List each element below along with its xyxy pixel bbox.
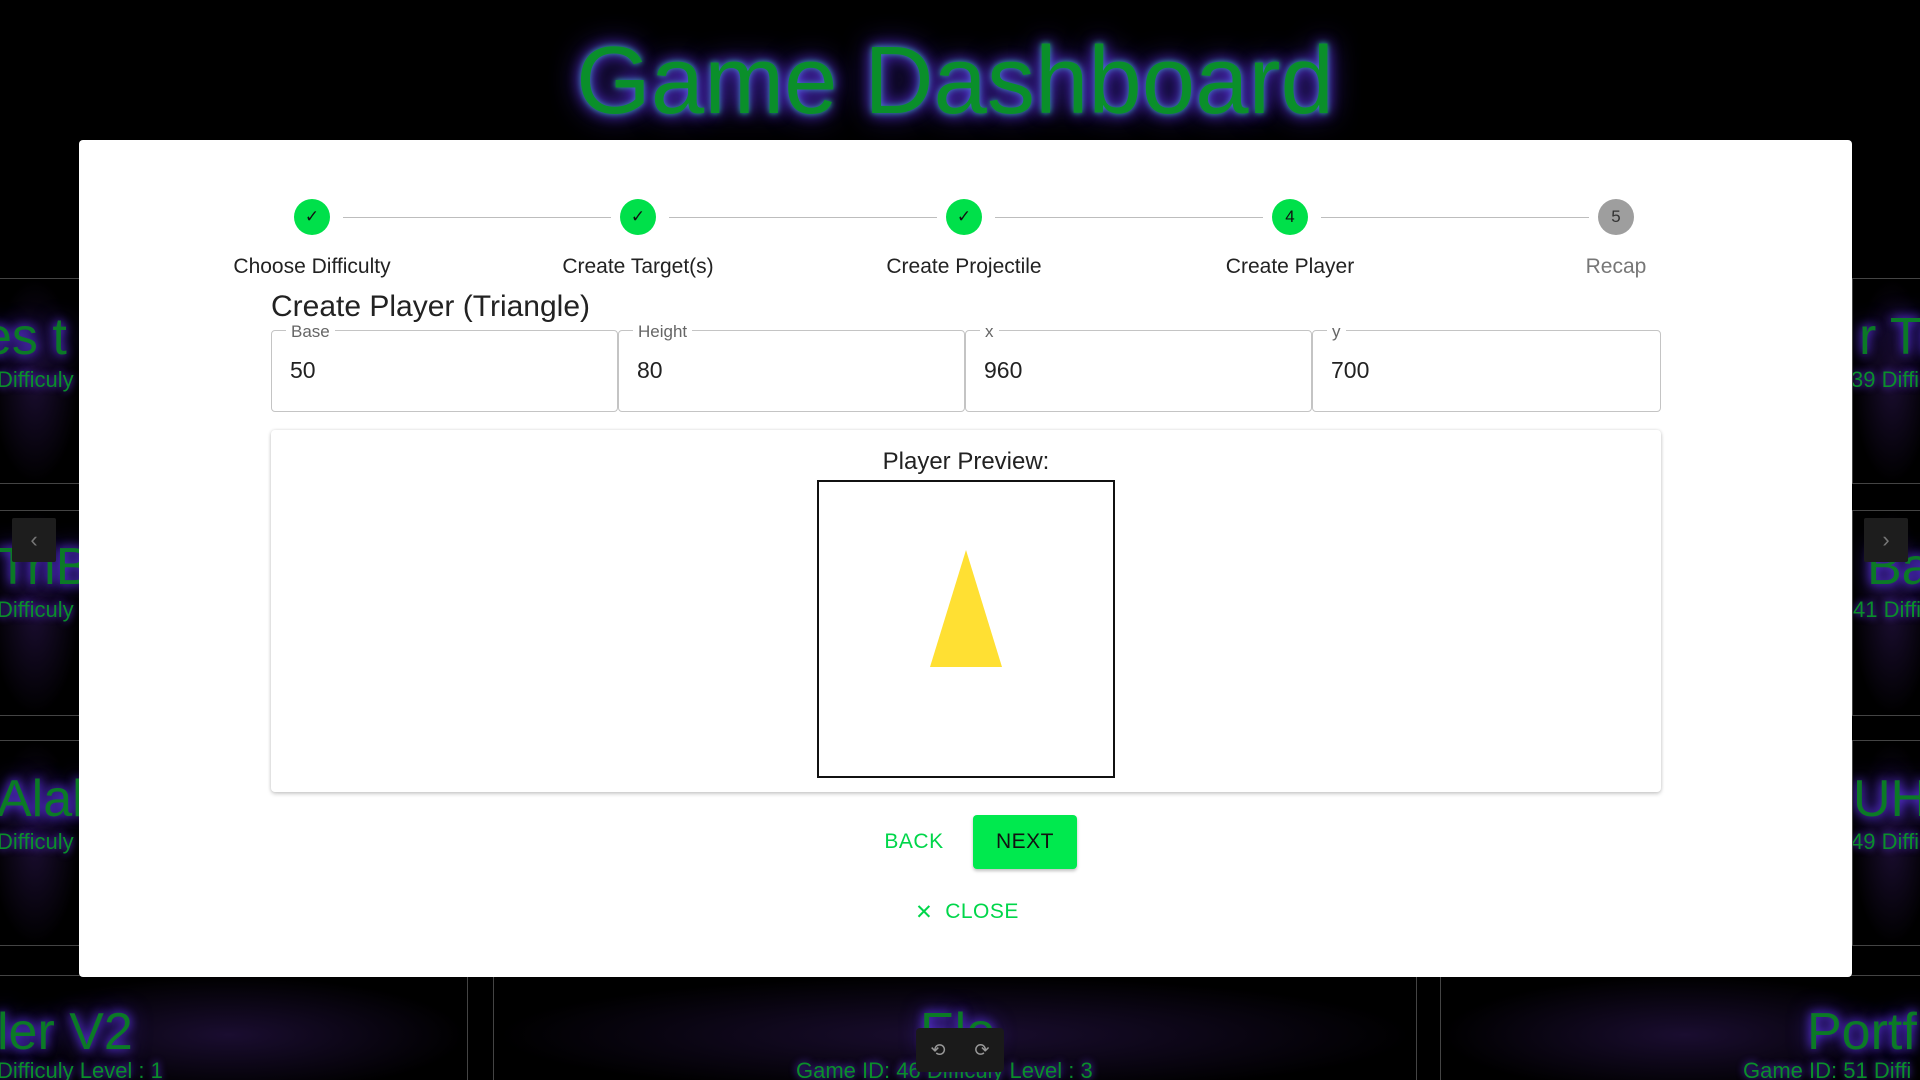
game-card[interactable]: Alal Difficuly xyxy=(0,740,80,946)
check-circle-icon: ✓ xyxy=(946,199,982,235)
step-number: 5 xyxy=(1598,199,1634,235)
check-circle-icon: ✓ xyxy=(620,199,656,235)
y-input[interactable] xyxy=(1331,357,1631,384)
close-icon: ✕ xyxy=(915,900,934,924)
preview-canvas xyxy=(817,480,1115,778)
height-field: Height xyxy=(618,322,965,412)
form-title: Create Player (Triangle) xyxy=(271,290,590,323)
wizard-actions: BACK NEXT xyxy=(79,815,1852,869)
x-label: x xyxy=(980,322,999,342)
game-card-subtitle: Difficuly xyxy=(0,597,74,622)
game-card[interactable]: UH 49 Diffi xyxy=(1852,740,1920,946)
y-field: y xyxy=(1312,322,1661,412)
close-button[interactable]: ✕ CLOSE xyxy=(897,890,1037,934)
game-card-subtitle: Difficuly Level : 1 xyxy=(0,1058,163,1080)
step-label: Create Target(s) xyxy=(562,255,714,278)
height-label: Height xyxy=(633,322,693,342)
step-label: Recap xyxy=(1585,255,1647,278)
player-fields: Base Height x y xyxy=(271,322,1661,412)
carousel-prev-button[interactable]: ‹ xyxy=(12,518,56,562)
game-card-subtitle: 41 Diffi xyxy=(1853,597,1920,622)
x-field: x xyxy=(965,322,1312,412)
x-input[interactable] xyxy=(984,357,1284,384)
player-triangle xyxy=(930,550,1002,667)
base-input[interactable] xyxy=(290,357,590,384)
rotate-controls: ⟲ ⟳ xyxy=(916,1028,1004,1072)
check-circle-icon: ✓ xyxy=(294,199,330,235)
game-card-title: ler V2 xyxy=(0,1003,133,1061)
height-input[interactable] xyxy=(637,357,937,384)
rotate-right-icon[interactable]: ⟳ xyxy=(974,1040,989,1061)
game-card-title: r Tri xyxy=(1859,308,1920,366)
game-card-title: Portf xyxy=(1807,1003,1917,1061)
preview-title: Player Preview: xyxy=(882,448,1050,475)
y-label: y xyxy=(1327,322,1346,342)
game-card[interactable]: r Tri 39 Diffi xyxy=(1852,278,1920,484)
game-card-subtitle: 49 Diffi xyxy=(1852,829,1920,854)
game-card[interactable]: Portf Game ID: 51 Diffi xyxy=(1440,975,1920,1080)
step-number: 4 xyxy=(1272,199,1308,235)
step-create-projectile[interactable]: ✓ Create Projectile xyxy=(864,199,1064,279)
base-field: Base xyxy=(271,322,618,412)
preview-svg xyxy=(930,550,1002,667)
carousel-next-button[interactable]: › xyxy=(1864,518,1908,562)
game-card-subtitle: 39 Diffi xyxy=(1852,367,1920,392)
step-create-player[interactable]: 4 Create Player xyxy=(1190,199,1390,279)
step-label: Create Player xyxy=(1225,255,1355,278)
step-label: Choose Difficulty xyxy=(233,255,391,278)
step-recap[interactable]: 5 Recap xyxy=(1516,199,1716,279)
dashboard-title: Game Dashboard xyxy=(576,27,1334,134)
game-card-subtitle: Difficuly xyxy=(0,367,74,392)
close-label: CLOSE xyxy=(945,900,1019,923)
step-label: Create Projectile xyxy=(886,255,1042,278)
stepper: ✓ Choose Difficulty ✓ Create Target(s) ✓… xyxy=(79,170,1852,278)
chevron-right-icon: › xyxy=(1882,527,1890,552)
rotate-left-icon[interactable]: ⟲ xyxy=(930,1040,945,1061)
next-button[interactable]: NEXT xyxy=(973,815,1077,869)
game-card-title: es t xyxy=(0,308,67,366)
game-card-title: Alal xyxy=(0,770,80,828)
base-label: Base xyxy=(286,322,335,342)
chevron-left-icon: ‹ xyxy=(30,527,38,552)
step-create-targets[interactable]: ✓ Create Target(s) xyxy=(538,199,738,279)
game-card-title: UH xyxy=(1853,770,1920,828)
create-game-modal: ✓ Choose Difficulty ✓ Create Target(s) ✓… xyxy=(79,140,1852,977)
step-choose-difficulty[interactable]: ✓ Choose Difficulty xyxy=(212,199,412,279)
game-card-subtitle: Difficuly xyxy=(0,829,74,854)
game-card-subtitle: Game ID: 51 Diffi xyxy=(1743,1058,1912,1080)
game-card[interactable]: es t Difficuly xyxy=(0,278,80,484)
game-card[interactable]: ler V2 Difficuly Level : 1 xyxy=(0,975,468,1080)
player-preview-card: Player Preview: xyxy=(271,430,1661,792)
back-button[interactable]: BACK xyxy=(859,815,969,869)
